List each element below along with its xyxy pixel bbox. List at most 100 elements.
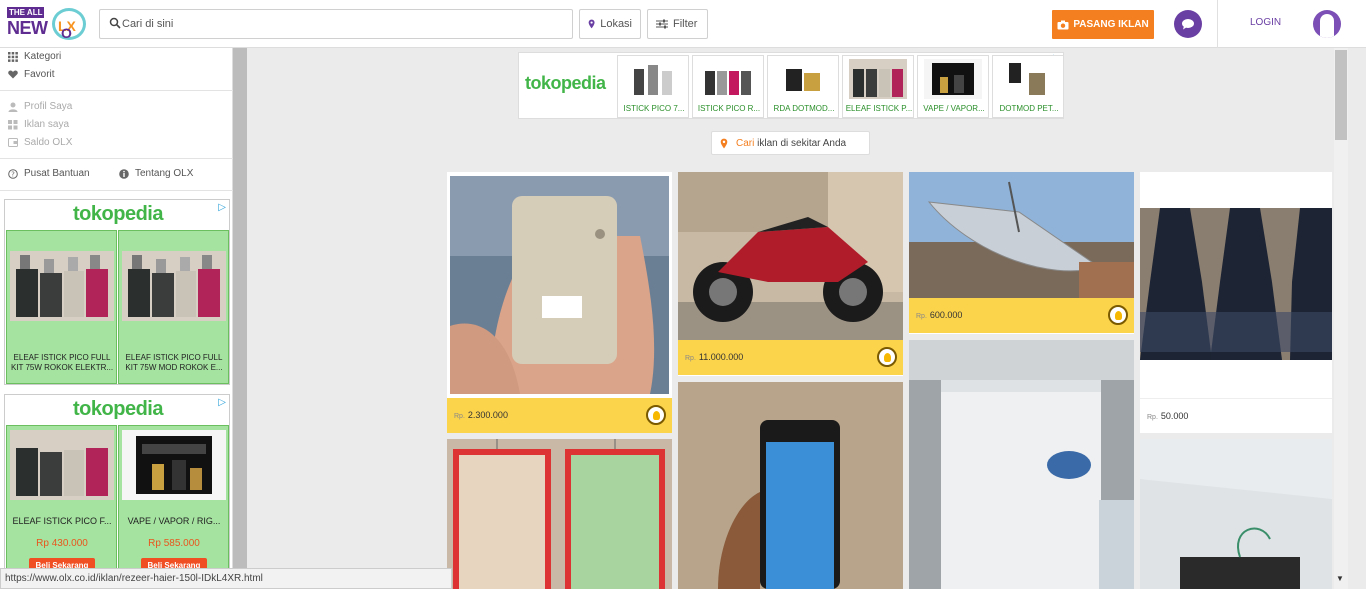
sidebar-item-profil[interactable]: Profil Saya bbox=[8, 101, 72, 112]
vape-box-image bbox=[122, 430, 226, 500]
lightbulb-icon[interactable] bbox=[877, 347, 897, 367]
ad-product-card[interactable]: ELEAF ISTICK PICO FULL KIT 75W MOD ROKOK… bbox=[118, 230, 229, 384]
olx-logo[interactable]: THE ALL NEW O LX bbox=[7, 7, 87, 41]
avatar-icon[interactable] bbox=[1313, 10, 1341, 38]
cari-sekitar-button[interactable]: Cari iklan di sekitar Anda bbox=[711, 131, 870, 155]
search-input[interactable] bbox=[122, 14, 562, 34]
chat-bubble-icon bbox=[1182, 19, 1194, 30]
sidebar-scrollbar[interactable] bbox=[233, 48, 247, 589]
olx-circle: O LX bbox=[52, 8, 86, 41]
tentang-olx-label: Tentang OLX bbox=[135, 168, 194, 179]
listing-card[interactable] bbox=[447, 439, 672, 589]
lightbulb-icon[interactable] bbox=[1108, 305, 1128, 325]
listing-card[interactable] bbox=[1140, 439, 1332, 589]
vape-product-image bbox=[924, 59, 982, 99]
tokopedia-ad-1[interactable]: tokopedia ▷ ELEAF ISTICK PICO FULL KIT 7… bbox=[4, 199, 230, 385]
price-currency: Rp. bbox=[916, 313, 927, 320]
tentang-olx-link[interactable]: Tentang OLX bbox=[119, 168, 193, 179]
banner-product-caption: DOTMOD PET... bbox=[999, 104, 1059, 113]
listing-price: Rp. 11.000.000 bbox=[678, 340, 903, 375]
listing-card[interactable]: Rp. 600.000 bbox=[909, 172, 1134, 334]
listing-card[interactable]: Rp. 11.000.000 bbox=[678, 172, 903, 376]
listing-photo-satellite-dish bbox=[909, 172, 1134, 298]
svg-text:?: ? bbox=[11, 170, 15, 178]
ad-product-card[interactable]: ELEAF ISTICK PICO F... Rp 430.000 Beli S… bbox=[6, 425, 117, 589]
sidebar-item-label: Iklan saya bbox=[24, 119, 70, 130]
sidebar-divider bbox=[0, 158, 233, 159]
search-box[interactable] bbox=[99, 9, 573, 39]
listing-photo-phone bbox=[450, 176, 669, 394]
tokopedia-banner-ad[interactable]: tokopedia ▷ ISTICK PICO 7... ISTICK PICO… bbox=[518, 52, 1064, 119]
info-circle-icon bbox=[119, 168, 129, 179]
price-value: 50.000 bbox=[1160, 411, 1189, 421]
price-currency: Rp. bbox=[454, 413, 465, 420]
banner-product-caption: RDA DOTMOD... bbox=[773, 104, 835, 113]
lokasi-button[interactable]: Lokasi bbox=[579, 9, 641, 39]
search-icon bbox=[109, 17, 121, 29]
login-link[interactable]: LOGIN bbox=[1250, 17, 1281, 28]
cari-text: iklan di sekitar Anda bbox=[757, 137, 847, 149]
lightbulb-icon[interactable] bbox=[646, 405, 666, 425]
listing-photo-hanging-organizer bbox=[447, 439, 672, 589]
camera-icon bbox=[1057, 20, 1069, 29]
sidebar-item-label: Saldo OLX bbox=[24, 137, 73, 148]
pusat-bantuan-link[interactable]: ? Pusat Bantuan bbox=[8, 168, 90, 179]
banner-product[interactable]: VAPE / VAPOR... bbox=[917, 55, 989, 118]
banner-product[interactable]: ELEAF ISTICK P... bbox=[842, 55, 914, 118]
price-value: 2.300.000 bbox=[467, 410, 508, 420]
map-pin-icon bbox=[720, 138, 728, 148]
listing-card[interactable]: Rp. 50.000 bbox=[1140, 172, 1332, 433]
lokasi-label: Lokasi bbox=[600, 18, 632, 30]
listing-card[interactable] bbox=[909, 340, 1134, 589]
banner-product-caption: ELEAF ISTICK P... bbox=[845, 104, 913, 113]
banner-product-caption: ISTICK PICO R... bbox=[697, 104, 761, 113]
chat-button[interactable] bbox=[1174, 10, 1202, 38]
price-currency: Rp. bbox=[685, 355, 696, 362]
ad-product-price: Rp 430.000 bbox=[36, 538, 88, 549]
listing-photo-smartphone bbox=[678, 382, 903, 589]
tokopedia-logo: tokopedia bbox=[73, 398, 163, 420]
filter-button[interactable]: Filter bbox=[647, 9, 708, 39]
ad-product-caption: VAPE / VAPOR / RIG... bbox=[127, 516, 221, 526]
listing-photo-dresses bbox=[1140, 172, 1332, 398]
header-divider bbox=[1217, 0, 1218, 48]
tokopedia-ad-2[interactable]: tokopedia ▷ ELEAF ISTICK PICO F... Rp 43… bbox=[4, 394, 230, 589]
sidebar-item-kategori[interactable]: Kategori bbox=[8, 51, 61, 62]
sidebar-item-saldo[interactable]: Saldo OLX bbox=[8, 137, 72, 148]
sidebar-divider bbox=[0, 190, 233, 191]
cari-highlight: Cari bbox=[736, 137, 755, 149]
logo-new: NEW bbox=[7, 18, 48, 38]
filter-label: Filter bbox=[673, 18, 698, 30]
listing-card[interactable] bbox=[678, 382, 903, 589]
price-value: 11.000.000 bbox=[698, 352, 744, 362]
banner-product[interactable]: RDA DOTMOD... bbox=[767, 55, 839, 118]
map-pin-icon bbox=[588, 19, 595, 29]
pasang-iklan-button[interactable]: PASANG IKLAN bbox=[1052, 10, 1154, 39]
listing-card[interactable]: Rp. 2.300.000 bbox=[447, 172, 672, 433]
banner-product[interactable]: DOTMOD PET... bbox=[992, 55, 1064, 118]
sidebar-item-label: Profil Saya bbox=[24, 101, 73, 112]
ad-product-card[interactable]: ELEAF ISTICK PICO FULL KIT 75W ROKOK ELE… bbox=[6, 230, 117, 384]
listing-price: Rp. 2.300.000 bbox=[447, 398, 672, 433]
ad-product-caption: ELEAF ISTICK PICO F... bbox=[12, 516, 112, 526]
ad-product-caption: ELEAF ISTICK PICO FULL KIT 75W ROKOK ELE… bbox=[10, 353, 114, 372]
scroll-down-arrow-icon[interactable]: ▼ bbox=[1336, 574, 1344, 583]
sidebar-item-label: Kategori bbox=[24, 51, 62, 62]
banner-product[interactable]: ISTICK PICO 7... bbox=[617, 55, 689, 118]
browser-status-url: https://www.olx.co.id/iklan/rezeer-haier… bbox=[0, 568, 452, 589]
main-scrollbar-thumb[interactable] bbox=[1335, 50, 1347, 140]
banner-product[interactable]: ISTICK PICO R... bbox=[692, 55, 764, 118]
pasang-label: PASANG IKLAN bbox=[1073, 19, 1149, 30]
grid-icon bbox=[8, 119, 18, 129]
listing-photo-freezer bbox=[909, 340, 1134, 589]
sidebar-item-iklan-saya[interactable]: Iklan saya bbox=[8, 119, 69, 130]
price-currency: Rp. bbox=[1147, 414, 1158, 421]
vape-product-image bbox=[849, 59, 907, 99]
vape-kit-image bbox=[122, 251, 226, 321]
adchoices-icon[interactable]: ▷ bbox=[218, 397, 226, 408]
ad-product-card[interactable]: VAPE / VAPOR / RIG... Rp 585.000 Beli Se… bbox=[118, 425, 229, 589]
adchoices-icon[interactable]: ▷ bbox=[218, 202, 226, 213]
vape-product-image bbox=[699, 59, 757, 99]
sidebar-item-favorit[interactable]: Favorit bbox=[8, 69, 55, 80]
sliders-icon bbox=[656, 19, 668, 29]
